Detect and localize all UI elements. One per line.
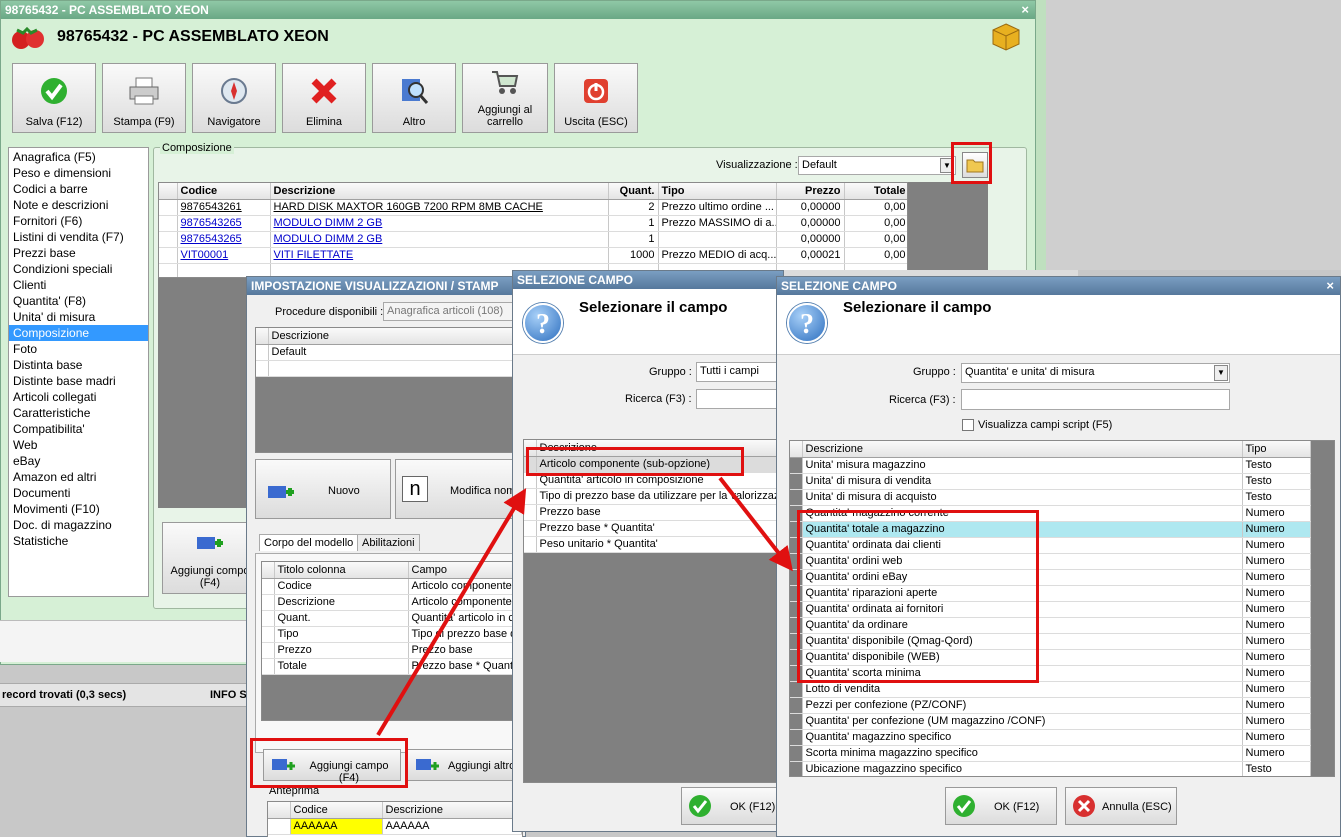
arrow-to-component: [376, 488, 527, 737]
arrow-to-quantity: [718, 476, 793, 572]
annotation-arrows: [376, 476, 793, 737]
